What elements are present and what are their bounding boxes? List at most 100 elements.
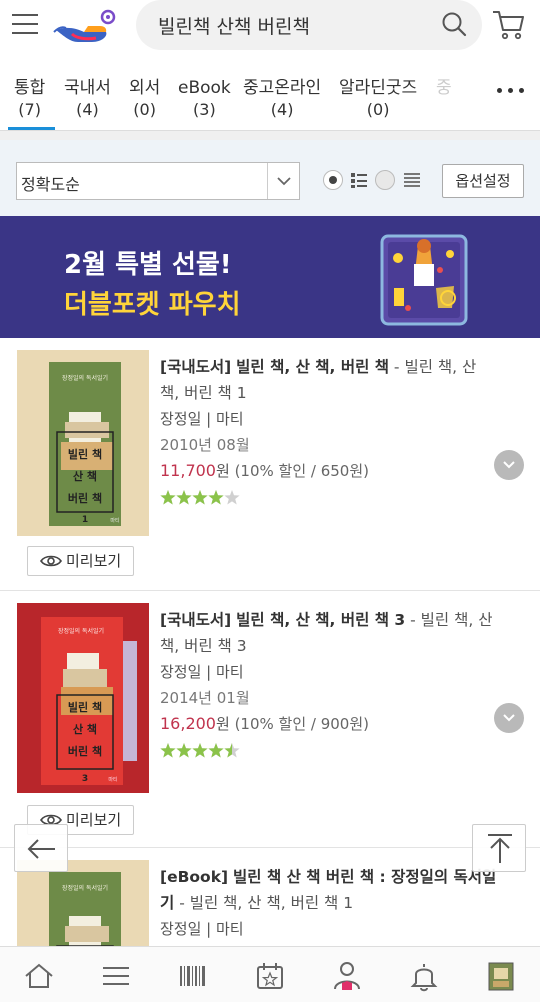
book-title[interactable]: 빌린 책, 산 책, 버린 책 — [236, 358, 389, 376]
star-filled-icon — [176, 743, 192, 758]
tab-foreign[interactable]: 외서 (0) — [129, 78, 160, 120]
search-icon[interactable] — [440, 10, 468, 38]
cover-series: 장정일의 독서일기 — [62, 884, 108, 892]
option-settings-button[interactable]: 옵션설정 — [442, 164, 524, 198]
more-dots-icon[interactable] — [497, 88, 527, 96]
tab-label: eBook — [178, 78, 231, 98]
cover-publisher: 마티 — [110, 517, 119, 524]
cart-icon[interactable] — [490, 6, 526, 42]
result-item: 장정일의 독서일기 빌린 책 산 책 버린 책 1 마티 미리보기 [국내도서]… — [0, 338, 540, 590]
tab-label: 외서 — [129, 78, 161, 98]
book-info: [국내도서] 빌린 책, 산 책, 버린 책 - 빌린 책, 산 책, 버린 책… — [160, 354, 500, 515]
result-item: 장정일의 독서일기 [eBook] 빌린 책 산 책 버린 책 : 장정일의 독… — [0, 848, 540, 946]
price-unit: 원 — [215, 462, 230, 480]
menu-list-icon[interactable] — [99, 959, 133, 993]
book-title-line[interactable]: [국내도서] 빌린 책, 산 책, 버린 책 - 빌린 책, 산 책, 버린 책… — [160, 354, 500, 406]
scroll-top-button[interactable] — [472, 824, 526, 872]
divider — [0, 130, 540, 140]
tab-count: (3) — [193, 100, 216, 119]
expand-chevron-icon[interactable] — [494, 703, 524, 733]
chevron-down-icon[interactable] — [267, 163, 299, 199]
cover-word3: 버린 책 — [68, 744, 102, 758]
simple-view-radio[interactable] — [375, 170, 395, 190]
cover-word2: 산 책 — [73, 469, 97, 483]
app-header: 빌린책 산책 버린책 — [0, 0, 540, 62]
author-publisher[interactable]: 장정일 | 마티 — [160, 406, 500, 432]
detail-list-view-icon[interactable] — [350, 171, 368, 189]
tab-count: (4) — [270, 100, 294, 119]
list-view-radio[interactable] — [323, 170, 343, 190]
expand-chevron-icon[interactable] — [494, 450, 524, 480]
book-cover-image: 장정일의 독서일기 빌린 책 산 책 버린 책 1 마티 — [49, 362, 121, 526]
author-publisher[interactable]: 장정일 | 마티 — [160, 916, 500, 942]
banner-line1: 2월 특별 선물! — [64, 250, 232, 280]
tab-count: (0) — [366, 100, 390, 119]
calendar-icon[interactable] — [253, 959, 287, 993]
cover-word3: 버린 책 — [68, 491, 102, 505]
banner-line2: 더블포켓 파우치 — [64, 290, 241, 320]
book-cover-image: 장정일의 독서일기 빌린 책 산 책 버린 책 3 마티 — [41, 617, 137, 785]
preview-button[interactable]: 미리보기 — [27, 546, 134, 576]
user-icon[interactable] — [330, 959, 364, 993]
tab-label: 국내서 — [64, 78, 111, 98]
publish-date: 2010년 08월 — [160, 436, 250, 454]
bottom-navigation — [0, 946, 540, 1002]
tab-count: (7) — [18, 100, 41, 119]
star-rating — [160, 743, 240, 758]
author-publisher[interactable]: 장정일 | 마티 — [160, 659, 500, 685]
cover-word1: 빌린 책 — [68, 447, 102, 461]
tab-all[interactable]: 통합 (7) — [14, 78, 45, 120]
preview-label: 미리보기 — [66, 811, 122, 829]
search-query-text[interactable]: 빌린책 산책 버린책 — [158, 12, 310, 39]
eye-icon — [40, 555, 62, 567]
book-title[interactable]: 빌린 책, 산 책, 버린 책 3 — [236, 611, 405, 629]
star-empty-icon — [224, 490, 240, 505]
preview-label: 미리보기 — [66, 552, 122, 570]
back-button[interactable] — [14, 824, 68, 872]
tab-count: (0) — [133, 100, 156, 119]
star-filled-icon — [192, 490, 208, 505]
hamburger-menu-icon[interactable] — [12, 12, 38, 36]
bell-icon[interactable] — [407, 959, 441, 993]
book-icon[interactable] — [484, 959, 518, 993]
cover-word1: 빌린 책 — [68, 700, 102, 714]
category-tabs: 통합 (7) 국내서 (4) 외서 (0) eBook (3) 중고온라인 (4… — [0, 62, 540, 132]
star-rating — [160, 490, 240, 505]
result-item: 장정일의 독서일기 빌린 책 산 책 버린 책 3 마티 미리보기 [국내도서]… — [0, 591, 540, 847]
tab-label: 중고온라인 — [243, 78, 322, 98]
tab-domestic[interactable]: 국내서 (4) — [64, 78, 111, 120]
sort-select-value: 정확도순 — [21, 175, 80, 194]
sort-bar: 정확도순 옵션설정 — [0, 140, 540, 216]
barcode-icon[interactable] — [176, 959, 210, 993]
tab-ebook[interactable]: eBook (3) — [178, 78, 231, 120]
simple-list-view-icon[interactable] — [403, 171, 421, 189]
book-subtitle: - 빌린 책, 산 책, 버린 책 1 — [174, 894, 354, 912]
book-cover[interactable]: 장정일의 독서일기 빌린 책 산 책 버린 책 1 마티 — [17, 350, 149, 536]
scroll-top-icon — [488, 834, 512, 863]
cover-series: 장정일의 독서일기 — [62, 374, 108, 382]
aladin-logo-icon[interactable] — [52, 8, 124, 48]
star-filled-icon — [208, 743, 224, 758]
arrow-left-icon — [27, 839, 55, 859]
tab-aladin-goods[interactable]: 알라딘굿즈 (0) — [339, 78, 417, 120]
book-title-line[interactable]: [국내도서] 빌린 책, 산 책, 버린 책 3 - 빌린 책, 산 책, 버린… — [160, 607, 500, 659]
star-filled-icon — [192, 743, 208, 758]
tab-used-online[interactable]: 중고온라인 (4) — [243, 78, 321, 120]
book-cover[interactable]: 장정일의 독서일기 빌린 책 산 책 버린 책 3 마티 — [17, 603, 149, 793]
book-category: [국내도서] — [160, 611, 232, 629]
tab-count: (4) — [76, 100, 99, 119]
tab-used-partial[interactable]: 중 — [436, 78, 452, 99]
book-category: [국내도서] — [160, 358, 232, 376]
book-title-line[interactable]: [eBook] 빌린 책 산 책 버린 책 : 장정일의 독서일기 - 빌린 책… — [160, 864, 500, 916]
search-box[interactable]: 빌린책 산책 버린책 — [136, 0, 482, 50]
book-info: [eBook] 빌린 책 산 책 버린 책 : 장정일의 독서일기 - 빌린 책… — [160, 864, 500, 942]
price-value: 16,200 — [160, 714, 216, 733]
cover-volume: 1 — [82, 515, 88, 525]
discount-info: (10% 할인 / 900원) — [229, 715, 369, 733]
cover-volume: 3 — [82, 774, 88, 784]
home-icon[interactable] — [22, 959, 56, 993]
price-unit: 원 — [215, 715, 230, 733]
cover-word2: 산 책 — [73, 722, 97, 736]
promo-banner[interactable]: 2월 특별 선물! 더블포켓 파우치 — [0, 216, 540, 338]
sort-select[interactable]: 정확도순 — [16, 162, 300, 200]
